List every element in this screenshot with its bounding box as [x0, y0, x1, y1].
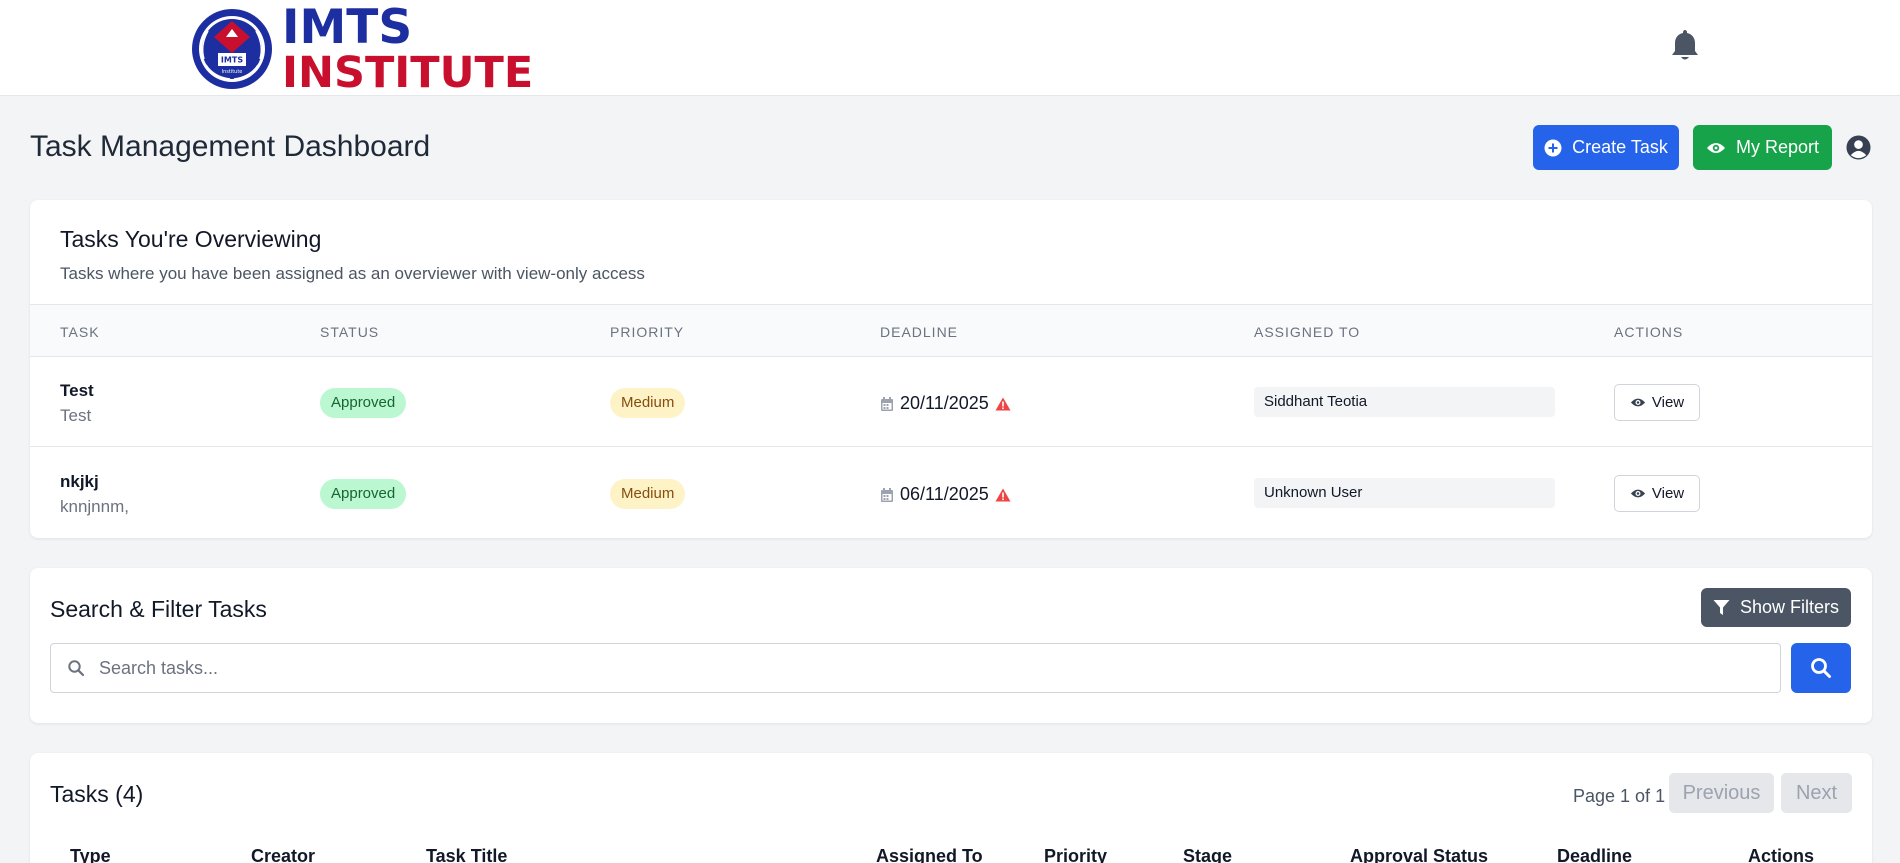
plus-circle-icon	[1544, 139, 1562, 156]
col-priority: PRIORITY	[610, 324, 685, 340]
tasks-title: Tasks (4)	[50, 781, 144, 807]
page-title: Task Management Dashboard	[30, 130, 431, 163]
search-filter-card: Search & Filter Tasks Show Filters	[30, 568, 1872, 723]
search-icon	[68, 660, 85, 677]
col-type: Type	[70, 846, 111, 863]
table-row: nkjkj knnjnnm, Approved Medium 06/11/202…	[30, 448, 1872, 538]
search-filter-title: Search & Filter Tasks	[50, 596, 267, 622]
priority-badge: Medium	[610, 388, 686, 418]
search-icon	[1811, 658, 1831, 678]
col-priority: Priority	[1044, 846, 1108, 863]
task-title: nkjkj	[60, 472, 99, 491]
user-circle-icon[interactable]	[1846, 135, 1871, 160]
col-task-title: Task Title	[426, 846, 508, 863]
deadline: 06/11/2025	[880, 484, 1011, 505]
view-button[interactable]: View	[1614, 384, 1700, 421]
calendar-icon	[881, 487, 893, 502]
table-row: Test Test Approved Medium 20/11/2025 Sid…	[30, 357, 1872, 447]
warning-icon	[995, 397, 1011, 410]
eye-icon	[1706, 142, 1725, 153]
overview-table-header: TASK STATUS PRIORITY DEADLINE ASSIGNED T…	[30, 304, 1872, 357]
seal-subtext: Institute	[222, 69, 243, 75]
priority-badge: Medium	[610, 479, 686, 509]
status-badge: Approved	[320, 479, 407, 509]
col-creator: Creator	[251, 846, 316, 863]
search-box	[50, 643, 1781, 693]
imts-logo[interactable]: IMTS Institute IMTS INSTITUTE	[190, 4, 533, 95]
col-status: STATUS	[320, 324, 380, 340]
my-report-label: My Report	[1735, 137, 1820, 157]
deadline-date: 06/11/2025	[900, 484, 989, 504]
show-filters-button[interactable]: Show Filters	[1701, 588, 1851, 627]
task-description: knnjnnm,	[60, 497, 129, 516]
logo-line2: INSTITUTE	[282, 47, 534, 98]
search-input[interactable]	[99, 645, 1769, 691]
seal-text: IMTS	[221, 56, 243, 65]
calendar-icon	[881, 396, 893, 411]
overview-subtitle: Tasks where you have been assigned as an…	[60, 264, 645, 283]
task-title: Test	[60, 381, 94, 400]
col-deadline: DEADLINE	[880, 324, 959, 340]
col-actions: Actions	[1748, 846, 1815, 863]
previous-button[interactable]: Previous	[1669, 773, 1774, 813]
deadline: 20/11/2025	[880, 393, 1011, 414]
col-actions: ACTIONS	[1614, 324, 1684, 340]
bell-icon[interactable]	[1670, 28, 1700, 62]
deadline-date: 20/11/2025	[900, 393, 989, 413]
tasks-card: Tasks (4) Page 1 of 1 Previous Next Type…	[30, 753, 1872, 863]
overview-card: Tasks You're Overviewing Tasks where you…	[30, 200, 1872, 538]
task-description: Test	[60, 406, 92, 425]
col-approval-status: Approval Status	[1350, 846, 1489, 863]
logo-seal-icon: IMTS Institute	[192, 9, 272, 89]
eye-icon	[1630, 489, 1645, 498]
warning-icon	[995, 488, 1011, 501]
search-button[interactable]	[1791, 643, 1851, 693]
view-label: View	[1651, 485, 1685, 502]
page-info: Page 1 of 1	[1573, 786, 1666, 806]
view-button[interactable]: View	[1614, 475, 1700, 512]
logo-wordmark: IMTS INSTITUTE	[282, 4, 533, 95]
logo-line1: IMTS	[282, 0, 413, 55]
status-badge: Approved	[320, 388, 407, 418]
col-assigned-to: ASSIGNED TO	[1254, 324, 1361, 340]
next-button[interactable]: Next	[1781, 773, 1852, 813]
top-navbar: IMTS Institute IMTS INSTITUTE	[0, 0, 1900, 96]
col-stage: Stage	[1183, 846, 1233, 863]
create-task-button[interactable]: Create Task	[1533, 125, 1679, 170]
my-report-button[interactable]: My Report	[1693, 125, 1832, 170]
assigned-to: Unknown User	[1254, 478, 1555, 508]
create-task-label: Create Task	[1572, 137, 1668, 157]
show-filters-label: Show Filters	[1739, 597, 1840, 617]
col-assigned-to: Assigned To	[876, 846, 983, 863]
view-label: View	[1651, 394, 1685, 411]
col-deadline: Deadline	[1557, 846, 1633, 863]
eye-icon	[1630, 398, 1645, 407]
overview-title: Tasks You're Overviewing	[60, 226, 322, 252]
col-task: TASK	[60, 324, 100, 340]
assigned-to: Siddhant Teotia	[1254, 387, 1555, 417]
filter-icon	[1713, 600, 1730, 615]
